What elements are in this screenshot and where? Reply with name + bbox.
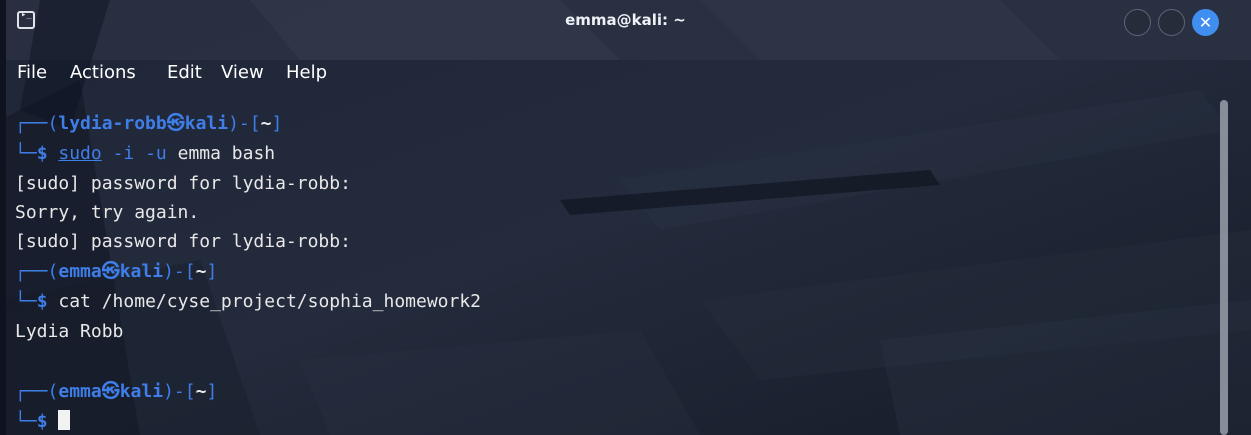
prompt-line-top: ┌──(emma㉿kali)-[~]: [15, 381, 218, 402]
output-line: Lydia Robb: [15, 321, 124, 342]
output-line: [sudo] password for lydia-robb:: [15, 231, 351, 252]
prompt-user: emma: [58, 261, 102, 282]
terminal-output-area[interactable]: ┌──(lydia-robb㉿kali)-[~] └─$ sudo -i -u …: [0, 108, 1215, 435]
menu-file[interactable]: File: [17, 62, 47, 83]
close-icon: ✕: [1198, 13, 1213, 32]
output-line: Sorry, try again.: [15, 202, 200, 223]
prompt-host: kali: [119, 261, 164, 282]
prompt-at-symbol: ㉿: [166, 113, 185, 134]
command-line: └─$ cat /home/cyse_project/sophia_homewo…: [15, 291, 482, 312]
menu-view[interactable]: View: [221, 62, 264, 83]
prompt-line-top: ┌──(emma㉿kali)-[~]: [15, 261, 218, 282]
command-flags: -i -u: [112, 143, 167, 164]
vertical-scrollbar[interactable]: [1220, 100, 1228, 435]
menu-actions[interactable]: Actions: [70, 62, 136, 83]
prompt-dir: ~: [195, 261, 207, 282]
text-cursor: [58, 410, 71, 430]
menu-bar: File Actions Edit View Help: [0, 60, 1251, 96]
prompt-user: emma: [58, 381, 102, 402]
prompt-dollar: $: [36, 291, 48, 312]
prompt-dollar: $: [36, 143, 48, 164]
prompt-user: lydia-robb: [58, 113, 167, 134]
prompt-at-symbol: ㉿: [101, 381, 120, 402]
command-sudo: sudo: [58, 143, 102, 164]
prompt-host: kali: [119, 381, 164, 402]
output-line: [sudo] password for lydia-robb:: [15, 173, 351, 194]
prompt-at-symbol: ㉿: [101, 261, 120, 282]
prompt-dir: ~: [195, 381, 207, 402]
command-line: └─$ sudo -i -u emma bash: [15, 143, 276, 164]
close-button[interactable]: ✕: [1192, 9, 1219, 36]
menu-help[interactable]: Help: [286, 62, 327, 83]
terminal-window: ▸_ emma@kali: ~ ✕ File Actions Edit View…: [0, 0, 1251, 435]
prompt-corner: ┌──: [15, 113, 48, 134]
prompt-dollar: $: [36, 411, 48, 432]
minimize-button[interactable]: [1124, 9, 1151, 36]
window-title: emma@kali: ~: [565, 11, 686, 29]
command-line: └─$: [15, 408, 71, 435]
prompt-line-top: ┌──(lydia-robb㉿kali)-[~]: [15, 113, 283, 134]
prompt-host: kali: [184, 113, 229, 134]
maximize-button[interactable]: [1158, 9, 1185, 36]
menu-edit[interactable]: Edit: [167, 62, 202, 83]
title-bar[interactable]: ▸_ emma@kali: ~ ✕: [0, 0, 1251, 54]
command-args: emma bash: [177, 143, 276, 164]
command-text: cat /home/cyse_project/sophia_homework2: [58, 291, 482, 312]
prompt-dir: ~: [260, 113, 272, 134]
